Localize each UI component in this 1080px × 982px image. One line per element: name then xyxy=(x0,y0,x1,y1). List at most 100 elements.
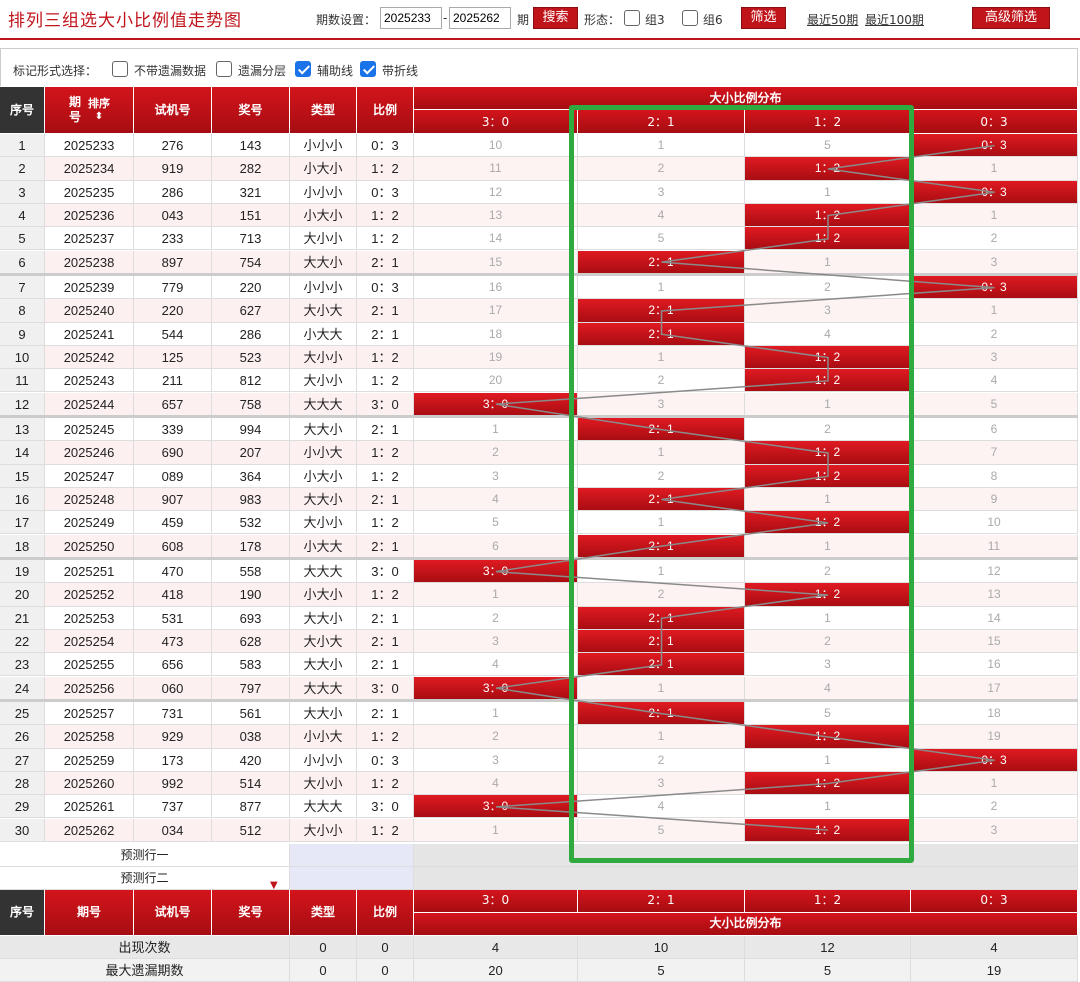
predict-row-1-input[interactable] xyxy=(290,843,414,867)
dist-miss-cell: 2 xyxy=(911,795,1078,819)
dist-miss-cell: 1 xyxy=(911,203,1078,228)
dist-miss-cell: 1 xyxy=(745,606,911,630)
recent-50-link[interactable]: 最近50期 xyxy=(807,11,858,28)
cell-ratio: 1：2 xyxy=(357,227,414,251)
stats-label: 出现次数 xyxy=(0,935,290,959)
top-toolbar: 排列三组选大小比例值走势图 期数设置： - 期 搜索 形态： 组3 组6 筛选 … xyxy=(0,0,1080,40)
recent-100-link[interactable]: 最近100期 xyxy=(865,11,924,28)
group6-checkbox[interactable] xyxy=(682,10,698,26)
dist-miss-cell: 3 xyxy=(578,771,745,796)
cell-type: 大大大 xyxy=(290,392,357,416)
footer-header-dist-title: 大小比例分布 xyxy=(414,912,1078,936)
cell-seq: 28 xyxy=(0,771,45,796)
period-setting-label: 期数设置： xyxy=(316,13,377,27)
cell-trial: 657 xyxy=(134,392,212,416)
header-ratio: 比例 xyxy=(357,87,414,134)
cell-type: 大小小 xyxy=(290,771,357,796)
cell-ratio: 1：2 xyxy=(357,818,414,842)
dist-miss-cell: 5 xyxy=(578,227,745,251)
cell-ratio: 1：2 xyxy=(357,369,414,393)
cell-trial: 220 xyxy=(134,299,212,323)
dist-hit-cell: 3：0 xyxy=(414,560,578,584)
cell-seq: 2 xyxy=(0,157,45,181)
stats-dist-value: 20 xyxy=(414,958,578,982)
dist-hit-cell: 1：2 xyxy=(745,441,911,465)
cell-type: 大小小 xyxy=(290,227,357,251)
predict-row-1-dist xyxy=(414,843,1078,867)
dist-miss-cell: 1 xyxy=(911,771,1078,796)
dist-miss-cell: 18 xyxy=(911,702,1078,726)
dist-miss-cell: 1 xyxy=(578,134,745,158)
predict-row-2-input[interactable] xyxy=(290,866,414,890)
cell-seq: 19 xyxy=(0,560,45,584)
dist-miss-cell: 1 xyxy=(745,534,911,558)
filter-button[interactable]: 筛选 xyxy=(741,7,786,29)
option-no-miss-checkbox[interactable] xyxy=(112,61,128,77)
period-from-input[interactable] xyxy=(380,7,442,29)
stats-dist-value: 5 xyxy=(745,958,911,982)
header-period[interactable]: 期号 排序 ⬍ xyxy=(45,87,134,134)
sort-label: 排序 xyxy=(88,97,110,110)
option-polyline-checkbox[interactable] xyxy=(360,61,376,77)
dist-hit-cell: 1：2 xyxy=(745,203,911,228)
stats-type: 0 xyxy=(290,958,357,982)
footer-header-prize: 奖号 xyxy=(212,889,290,936)
cell-trial: 897 xyxy=(134,250,212,274)
cell-prize: 693 xyxy=(212,606,290,630)
cell-type: 小大大 xyxy=(290,322,357,346)
option-miss-layer-checkbox[interactable] xyxy=(216,61,232,77)
footer-header-dist-col: 0：3 xyxy=(911,889,1078,913)
dist-miss-cell: 3 xyxy=(414,629,578,654)
cell-period: 2025262 xyxy=(45,818,134,842)
advanced-filter-button[interactable]: 高级筛选 xyxy=(972,7,1050,29)
cell-prize: 758 xyxy=(212,392,290,416)
group3-checkbox[interactable] xyxy=(624,10,640,26)
dist-hit-cell: 1：2 xyxy=(745,464,911,488)
dist-hit-cell: 1：2 xyxy=(745,818,911,842)
cell-prize: 994 xyxy=(212,418,290,442)
cell-type: 大大大 xyxy=(290,795,357,819)
cell-seq: 11 xyxy=(0,369,45,393)
cell-ratio: 3：0 xyxy=(357,676,414,700)
cell-ratio: 2：1 xyxy=(357,299,414,323)
dist-hit-cell: 1：2 xyxy=(745,157,911,181)
dist-miss-cell: 1 xyxy=(578,511,745,535)
cell-ratio: 3：0 xyxy=(357,795,414,819)
dist-hit-cell: 2：1 xyxy=(578,629,745,654)
stats-dist-value: 12 xyxy=(745,935,911,959)
cell-prize: 523 xyxy=(212,345,290,370)
period-to-input[interactable] xyxy=(449,7,511,29)
group6-label: 组6 xyxy=(703,13,723,27)
dist-miss-cell: 9 xyxy=(911,487,1078,512)
option-aux-line-checkbox[interactable] xyxy=(295,61,311,77)
dist-miss-cell: 1 xyxy=(745,795,911,819)
cell-type: 小大小 xyxy=(290,203,357,228)
sort-toggle[interactable]: 排序 ⬍ xyxy=(88,97,110,123)
cell-type: 大大小 xyxy=(290,606,357,630)
cell-seq: 26 xyxy=(0,725,45,749)
cell-period: 2025241 xyxy=(45,322,134,346)
cell-ratio: 1：2 xyxy=(357,464,414,488)
footer-header-type: 类型 xyxy=(290,889,357,936)
cell-prize: 420 xyxy=(212,748,290,772)
dist-miss-cell: 6 xyxy=(414,534,578,558)
footer-header-dist-col: 2：1 xyxy=(578,889,745,913)
cell-type: 小大小 xyxy=(290,583,357,607)
dist-miss-cell: 3 xyxy=(911,345,1078,370)
dist-miss-cell: 2 xyxy=(745,418,911,442)
dist-miss-cell: 12 xyxy=(911,560,1078,584)
search-button[interactable]: 搜索 xyxy=(533,7,578,29)
dist-miss-cell: 14 xyxy=(414,227,578,251)
cell-ratio: 3：0 xyxy=(357,560,414,584)
cell-trial: 779 xyxy=(134,276,212,300)
dist-miss-cell: 4 xyxy=(578,795,745,819)
cell-prize: 558 xyxy=(212,560,290,584)
cell-ratio: 1：2 xyxy=(357,157,414,181)
dist-miss-cell: 1 xyxy=(745,748,911,772)
cell-type: 大大小 xyxy=(290,250,357,274)
cell-prize: 151 xyxy=(212,203,290,228)
header-period-label: 期号 xyxy=(68,95,81,124)
stats-dist-value: 10 xyxy=(578,935,745,959)
dist-hit-cell: 0：3 xyxy=(911,748,1078,772)
dist-miss-cell: 3 xyxy=(745,653,911,677)
